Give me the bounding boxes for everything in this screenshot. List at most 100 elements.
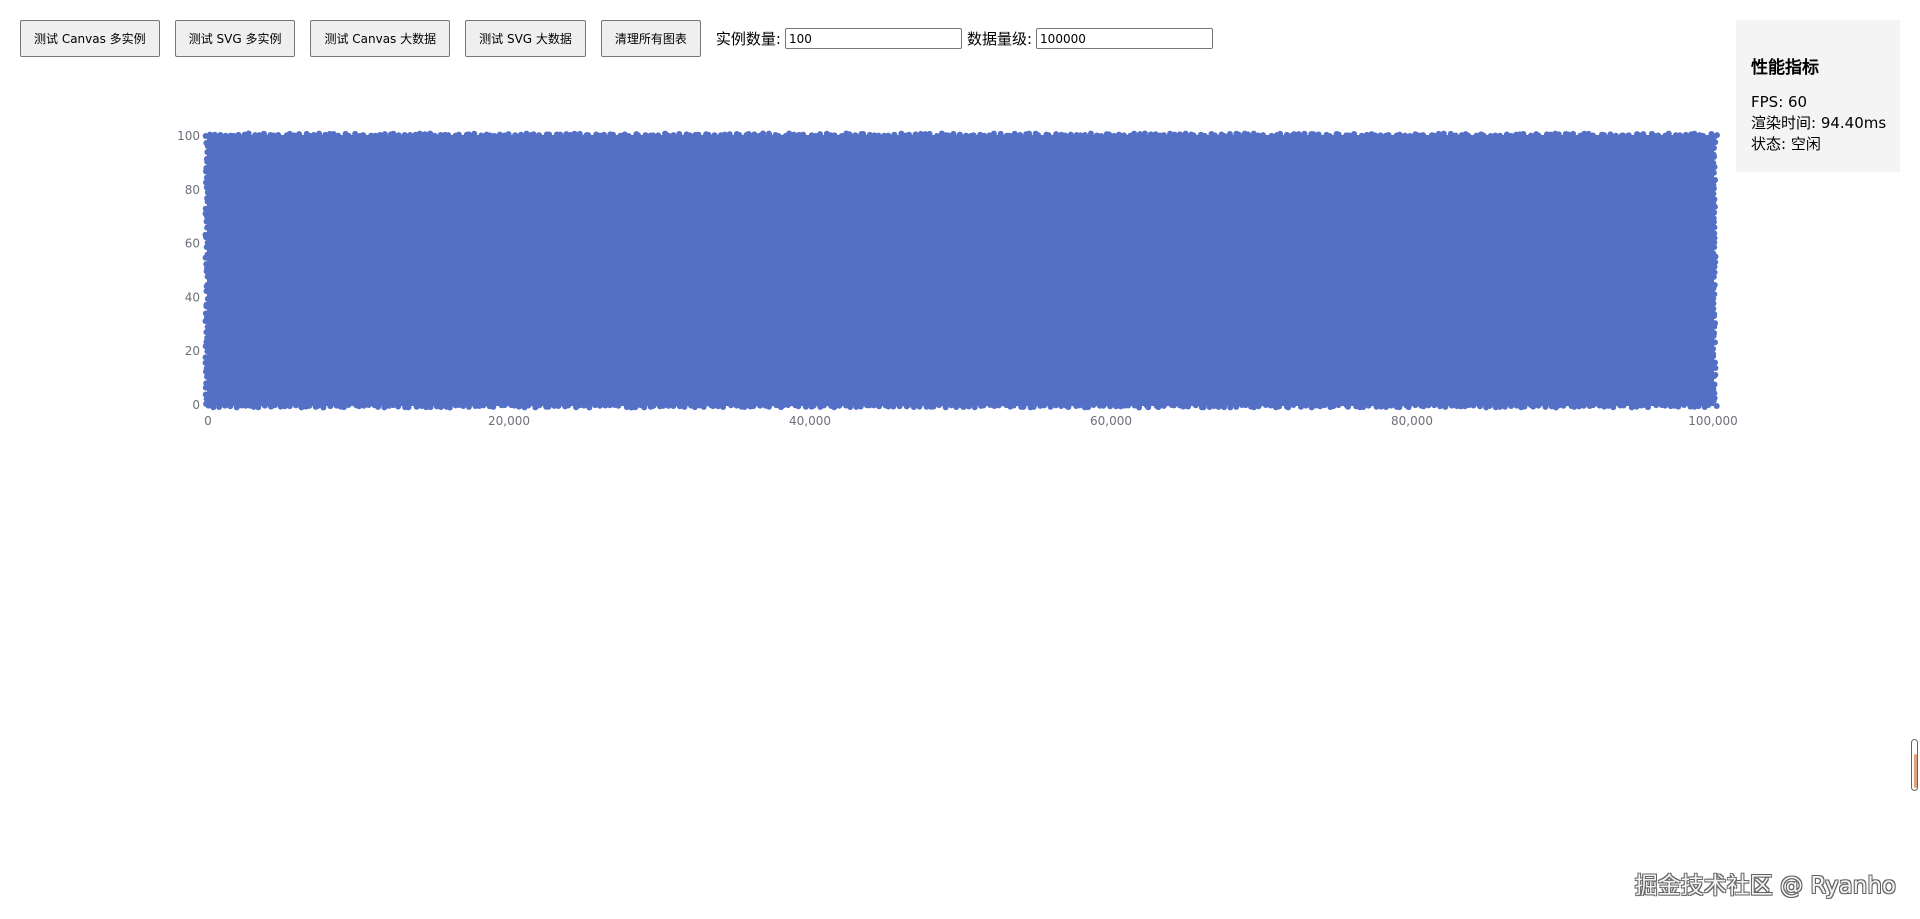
data-size-input[interactable] — [1036, 28, 1214, 49]
scatter-point — [1406, 132, 1413, 139]
scatter-point — [203, 218, 210, 225]
scatter-point — [1383, 403, 1390, 410]
scatter-point — [204, 373, 211, 380]
performance-panel: 性能指标 FPS: 60 渲染时间: 94.40ms 状态: 空闲 — [1736, 20, 1900, 172]
toolbar: 测试 Canvas 多实例 测试 SVG 多实例 测试 Canvas 大数据 测… — [20, 20, 1218, 57]
scatter-point — [421, 131, 428, 138]
test-svg-multi-button[interactable]: 测试 SVG 多实例 — [174, 20, 296, 57]
scatter-point — [286, 403, 293, 410]
scatter-point — [478, 132, 485, 139]
scatter-point — [204, 323, 211, 330]
scatter-point — [465, 131, 472, 138]
scatter-point — [930, 403, 937, 410]
scatter-point — [345, 402, 352, 409]
scatter-point — [1358, 132, 1365, 139]
scatter-point — [1691, 130, 1698, 137]
scatter-point — [655, 132, 662, 139]
scatter-point — [1496, 132, 1503, 139]
scatter-point — [1665, 130, 1672, 137]
scatter-point — [235, 131, 242, 138]
scatter-point — [1330, 403, 1337, 410]
scatter-point — [1440, 130, 1447, 137]
scatter-point — [203, 234, 210, 241]
scatter-point — [471, 130, 478, 137]
test-canvas-bigdata-button[interactable]: 测试 Canvas 大数据 — [310, 20, 451, 57]
scatter-point — [1145, 404, 1152, 411]
scatter-point — [480, 402, 487, 409]
scatter-point — [670, 403, 677, 410]
scatter-point — [1255, 403, 1262, 410]
scatter-point — [875, 132, 882, 139]
scatter-point — [1385, 132, 1392, 139]
scatter-point — [1452, 132, 1459, 139]
scatter-point — [1612, 132, 1619, 139]
scatter-point — [1120, 132, 1127, 139]
scatter-point — [1712, 253, 1719, 260]
scrollbar-thumb[interactable] — [1911, 739, 1918, 791]
scatter-point — [381, 131, 388, 138]
scatter-point — [1345, 403, 1352, 410]
scatter-point — [860, 131, 867, 138]
scatter-point — [204, 189, 211, 196]
scatter-point — [1090, 402, 1097, 409]
scatter-point — [1711, 153, 1718, 160]
scatter-point — [700, 403, 707, 410]
instance-count-input[interactable] — [784, 28, 962, 49]
scatter-point — [1535, 402, 1542, 409]
scatter-point — [1710, 169, 1717, 176]
scatter-point — [227, 403, 234, 410]
scatter-point — [847, 404, 854, 411]
scatter-point — [585, 132, 592, 139]
scatter-point — [632, 404, 639, 411]
scatter-point — [641, 404, 648, 411]
scatter-point — [1405, 404, 1412, 411]
scatter-point — [1155, 404, 1162, 411]
scatter-point — [261, 402, 268, 409]
scatter-point — [395, 132, 402, 139]
scatter-point — [1182, 130, 1189, 137]
scatter-point — [1211, 132, 1218, 139]
scatter-point — [1570, 130, 1577, 137]
scatter-point — [926, 130, 933, 137]
x-tick-label: 80,000 — [1391, 414, 1433, 428]
scatter-point — [1160, 402, 1167, 409]
scatter-point — [1041, 402, 1048, 409]
clear-charts-button[interactable]: 清理所有图表 — [600, 20, 701, 57]
scatter-point — [1470, 402, 1477, 409]
scatter-point — [945, 132, 952, 139]
scatter-point — [1298, 403, 1305, 410]
scatter-point — [586, 404, 593, 411]
scatter-point — [530, 131, 537, 138]
scatter-point — [1053, 131, 1060, 138]
scatter-point — [1335, 402, 1342, 409]
scatter-point — [1676, 132, 1683, 139]
test-canvas-multi-button[interactable]: 测试 Canvas 多实例 — [20, 20, 160, 57]
scatter-point — [905, 402, 912, 409]
scatter-point — [1508, 403, 1515, 410]
scatter-point — [1412, 402, 1419, 409]
scatter-point — [1233, 403, 1240, 410]
scatter-point — [1711, 203, 1718, 210]
scatter-point — [416, 130, 423, 137]
scatter-point — [202, 168, 209, 175]
scatter-point — [1711, 339, 1718, 346]
fps-readout: FPS: 60 — [1751, 93, 1808, 111]
scatter-point — [565, 402, 572, 409]
scatter-point — [600, 131, 607, 138]
scatter-point — [1268, 132, 1275, 139]
scatter-point — [1711, 263, 1718, 270]
scatter-point — [956, 131, 963, 138]
scatter-point — [490, 403, 497, 410]
scatter-point — [665, 132, 672, 139]
scatter-point — [802, 403, 809, 410]
test-svg-bigdata-button[interactable]: 测试 SVG 大数据 — [465, 20, 586, 57]
scatter-point — [1372, 132, 1379, 139]
scatter-point — [1098, 132, 1105, 139]
scatter-point — [211, 131, 218, 138]
scatter-point — [745, 131, 752, 138]
scatter-point — [1710, 273, 1717, 280]
scatter-point — [1396, 131, 1403, 138]
scatter-point — [210, 404, 217, 411]
scatter-point — [1486, 402, 1493, 409]
scatter-point — [981, 132, 988, 139]
